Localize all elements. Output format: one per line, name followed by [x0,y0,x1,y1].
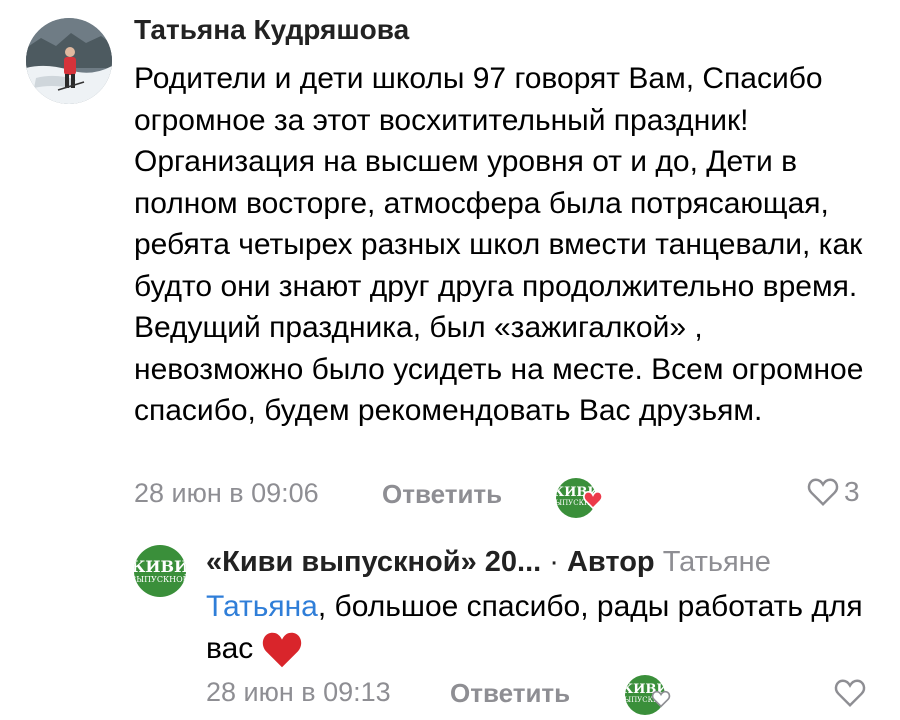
comment-timestamp: 28 июн в 09:06 [134,478,319,508]
reply-avatar-line2: ВЫПУСКНОЙ [134,574,186,584]
avatar-photo [26,18,112,104]
author-avatar[interactable] [26,18,112,104]
reply-like-heart-icon[interactable] [833,678,867,708]
reply-timestamp: 28 июн в 09:13 [206,677,391,707]
reply-header: «Киви выпускной» 20... · Автор Татьяне [206,542,771,582]
reaction-heart-icon [583,491,603,509]
reply-author-name[interactable]: «Киви выпускной» 20... [206,546,541,578]
reply-text: Татьяна, большое спасибо, рады работать … [206,586,876,670]
like-count: 3 [844,476,860,507]
reply-separator: · [541,546,567,578]
reply-to-name[interactable]: Татьяне [663,546,771,578]
heart-emoji-icon [263,632,302,668]
reply-avatar-line1: КИВИ [134,556,186,576]
comment-like[interactable]: 3 [806,476,860,508]
reply-reply-button[interactable]: Ответить [450,678,570,709]
comment-text: Родители и дети школы 97 говорят Вам, Сп… [134,62,864,427]
reply-reaction-heart-icon [651,690,671,708]
like-heart-icon[interactable] [806,477,840,507]
comment-reply-button[interactable]: Ответить [382,479,502,510]
reply-mention[interactable]: Татьяна [206,590,318,623]
comment-author-name[interactable]: Татьяна Кудряшова [134,14,409,46]
reply-author-role: Автор [566,546,655,578]
reply-author-avatar[interactable]: КИВИ ВЫПУСКНОЙ [134,545,186,597]
